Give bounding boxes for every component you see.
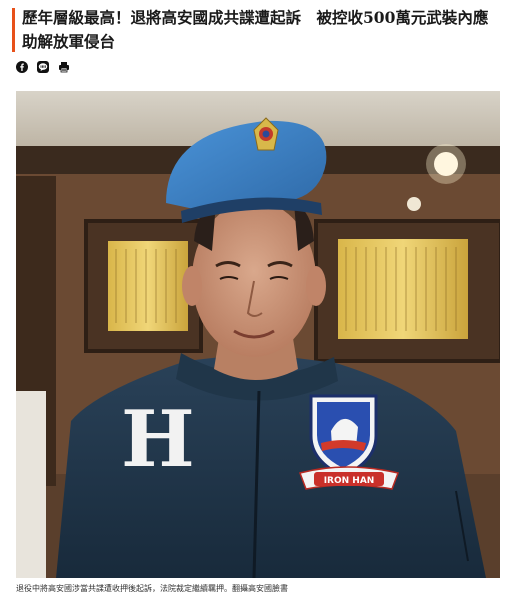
line-icon[interactable]	[37, 61, 49, 73]
print-icon[interactable]	[58, 61, 70, 73]
share-toolbar	[16, 60, 70, 74]
headline-block: 歷年層級最高！退將高安國成共諜遭起訴 被控收500萬元武裝內應助解放軍侵台	[12, 4, 498, 54]
photo-illustration: H IRON HAN	[16, 91, 500, 578]
article-photo: H IRON HAN	[16, 91, 500, 578]
facebook-icon[interactable]	[16, 61, 28, 73]
article-headline: 歷年層級最高！退將高安國成共諜遭起訴 被控收500萬元武裝內應助解放軍侵台	[22, 8, 489, 51]
headline-accent-bar	[12, 8, 15, 52]
jacket-letter: H	[121, 394, 195, 485]
photo-caption: 退役中將高安國涉當共諜遭收押後起訴，法院裁定繼續羈押。翻攝高安國臉書	[16, 584, 288, 593]
iron-han-patch: IRON HAN	[299, 466, 400, 490]
patch-text: IRON HAN	[324, 476, 375, 486]
